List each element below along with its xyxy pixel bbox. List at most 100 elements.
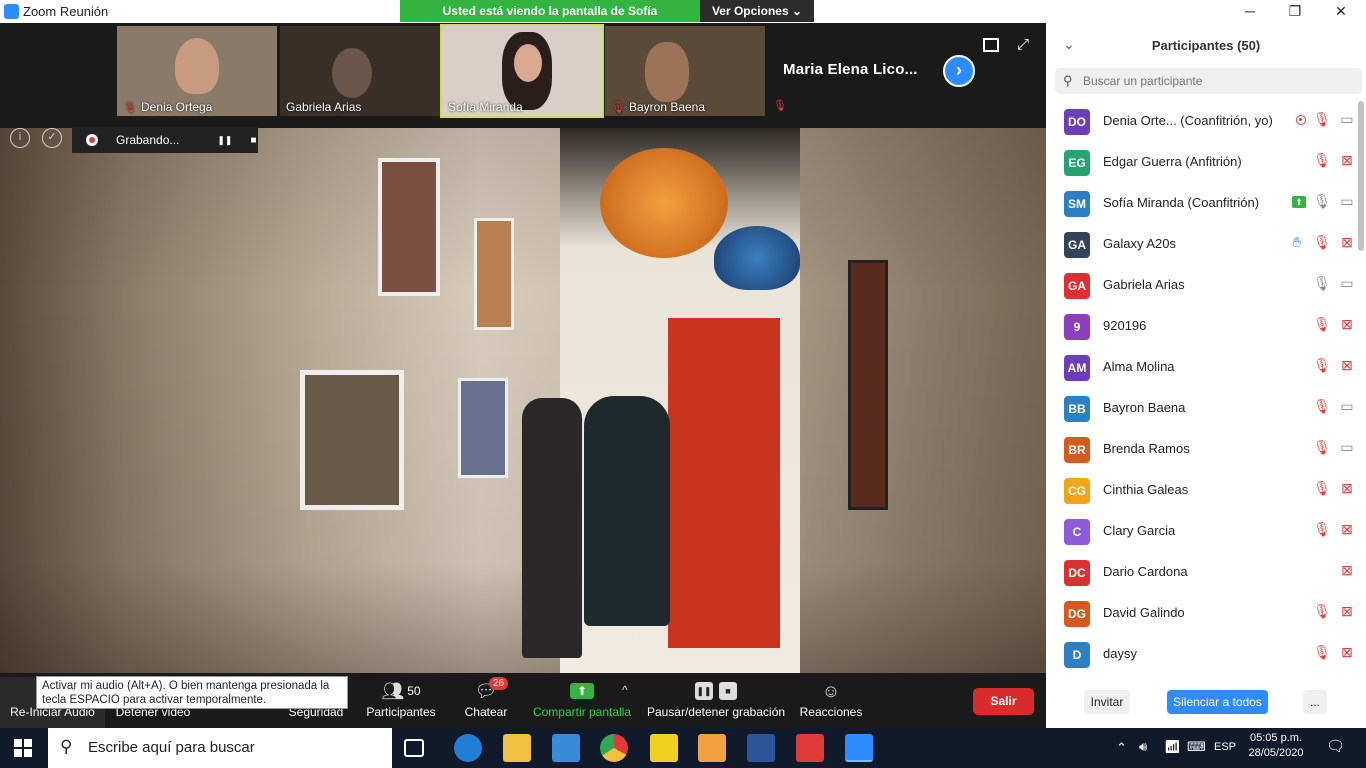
camera-off-icon[interactable]: ⊠: [1338, 603, 1356, 620]
camera-icon[interactable]: ▭: [1338, 275, 1356, 292]
zoom-taskbar-icon[interactable]: [845, 734, 873, 762]
maximize-button[interactable]: ❐: [1285, 2, 1305, 22]
mic-muted-icon[interactable]: 🎙︎: [1313, 398, 1331, 415]
taskbar-search-box[interactable]: ⚲ Escribe aquí para buscar: [48, 728, 392, 768]
chat-button-label: Chatear: [464, 705, 508, 719]
participants-count: 50: [407, 684, 421, 698]
camera-off-icon[interactable]: ⊠: [1338, 316, 1356, 333]
participant-row[interactable]: DG David Galindo 🎙︎ ⊠: [1046, 593, 1356, 634]
mic-muted-icon[interactable]: 🎙︎: [1313, 603, 1331, 620]
minimize-button[interactable]: ─: [1240, 2, 1260, 22]
camera-off-icon[interactable]: ⊠: [1338, 152, 1356, 169]
language-indicator[interactable]: ESP: [1214, 741, 1236, 753]
file-explorer-icon[interactable]: [503, 734, 531, 762]
tray-chevron-up-icon[interactable]: ⌃: [1116, 740, 1127, 756]
share-screen-button[interactable]: ⬆ Compartir pantalla: [530, 677, 634, 719]
leave-meeting-button[interactable]: Salir: [973, 688, 1034, 715]
video-thumbnail-active[interactable]: Sofía Miranda: [440, 24, 604, 118]
camera-off-icon[interactable]: ⊠: [1338, 234, 1356, 251]
participant-row[interactable]: GA Gabriela Arias 🎙︎ ▭: [1046, 265, 1356, 306]
keyboard-icon[interactable]: ⌨︎: [1187, 739, 1206, 755]
clock[interactable]: 05:05 p.m. 28/05/2020: [1248, 732, 1304, 759]
wall-picture: [458, 378, 508, 478]
volume-icon[interactable]: 🔊︎: [1139, 739, 1147, 755]
participant-row[interactable]: CG Cinthia Galeas 🎙︎ ⊠: [1046, 470, 1356, 511]
camera-icon[interactable]: ▭: [1338, 193, 1356, 210]
camera-icon[interactable]: ▭: [1338, 439, 1356, 456]
participant-search-input[interactable]: [1083, 71, 1353, 91]
avatar: AM: [1064, 355, 1090, 381]
participant-row[interactable]: EG Edgar Guerra (Anfitrión) 🎙︎ ⊠: [1046, 142, 1356, 183]
more-options-button[interactable]: ...: [1303, 690, 1327, 714]
participant-name: Clary Garcia: [1103, 523, 1176, 538]
view-mode-icon[interactable]: [983, 38, 999, 52]
camera-off-icon[interactable]: ⊠: [1338, 480, 1356, 497]
participant-row[interactable]: DO Denia Orte... (Coanfitrión, yo) 🎙︎ ▭: [1046, 101, 1356, 142]
participants-panel-title: Participantes (50): [1151, 38, 1261, 53]
participant-row[interactable]: GA Galaxy A20s ✋︎ 🎙︎ ⊠: [1046, 224, 1356, 265]
sticky-notes-icon[interactable]: [650, 734, 678, 762]
mic-muted-icon[interactable]: 🎙︎: [1313, 316, 1331, 333]
shield-icon[interactable]: ✓: [42, 128, 62, 148]
mic-muted-icon[interactable]: 🎙︎: [1313, 357, 1331, 374]
camera-icon[interactable]: ▭: [1338, 398, 1356, 415]
mic-muted-icon[interactable]: 🎙︎: [1313, 234, 1331, 251]
fullscreen-icon[interactable]: ⤢: [1017, 36, 1033, 53]
participant-row[interactable]: AM Alma Molina 🎙︎ ⊠: [1046, 347, 1356, 388]
pause-stop-recording-button[interactable]: ❚❚ ■ Pausar/detener grabación: [645, 677, 787, 719]
mic-muted-icon[interactable]: 🎙︎: [1313, 152, 1331, 169]
chat-button[interactable]: 💬︎ 26 Chatear: [458, 677, 514, 719]
video-thumbnail[interactable]: 🎙︎ Bayron Baena: [605, 26, 765, 116]
info-icon[interactable]: i: [10, 128, 30, 148]
mic-icon[interactable]: 🎙︎: [1313, 275, 1331, 292]
notifications-icon[interactable]: 🗨︎: [1326, 737, 1345, 755]
screen-share-icon[interactable]: ⬆: [1292, 195, 1306, 208]
participant-row[interactable]: 9 920196 🎙︎ ⊠: [1046, 306, 1356, 347]
participant-row[interactable]: DC Dario Cardona ⊠: [1046, 552, 1356, 593]
thumbnail-name-only[interactable]: Maria Elena Lico...: [783, 61, 918, 78]
next-page-button[interactable]: ›: [943, 55, 975, 87]
camera-icon[interactable]: ▭: [1338, 111, 1356, 128]
mic-muted-icon[interactable]: 🎙︎: [1313, 644, 1331, 661]
video-thumbnail[interactable]: 🎙︎ Denia Ortega: [117, 26, 277, 116]
close-button[interactable]: ✕: [1331, 2, 1351, 22]
task-view-icon[interactable]: [404, 739, 424, 757]
participant-row[interactable]: SM Sofía Miranda (Coanfitrión) ⬆ 🎙︎ ▭: [1046, 183, 1356, 224]
stop-recording-button[interactable]: ■: [250, 135, 256, 146]
chrome-icon[interactable]: [600, 734, 628, 762]
store-icon[interactable]: [552, 734, 580, 762]
edge-browser-icon[interactable]: [454, 734, 482, 762]
invite-button[interactable]: Invitar: [1084, 690, 1130, 714]
camera-off-icon[interactable]: ⊠: [1338, 644, 1356, 661]
antivirus-icon[interactable]: [796, 734, 824, 762]
view-options-button[interactable]: Ver Opciones ⌄: [700, 0, 814, 22]
mic-muted-icon[interactable]: 🎙︎: [1313, 439, 1331, 456]
raised-hand-icon[interactable]: ✋︎: [1288, 234, 1306, 251]
view-options-label: Ver Opciones: [711, 4, 789, 18]
mic-muted-icon[interactable]: 🎙︎: [1313, 480, 1331, 497]
outlook-icon[interactable]: [698, 734, 726, 762]
share-options-chevron-icon[interactable]: ^: [622, 683, 628, 697]
participant-list-scrollbar[interactable]: [1358, 101, 1364, 251]
camera-off-icon[interactable]: ⊠: [1338, 562, 1356, 579]
video-thumbnail[interactable]: Gabriela Arias: [280, 26, 440, 116]
recording-icon[interactable]: [1296, 114, 1306, 125]
pause-recording-button[interactable]: ❚❚: [217, 135, 232, 146]
participant-row[interactable]: BR Brenda Ramos 🎙︎ ▭: [1046, 429, 1356, 470]
participant-row[interactable]: C Clary Garcia 🎙︎ ⊠: [1046, 511, 1356, 552]
windows-start-icon[interactable]: [14, 739, 32, 757]
reactions-button[interactable]: ☺︎ Reacciones: [798, 677, 864, 720]
mic-icon[interactable]: 🎙︎: [1313, 193, 1331, 210]
word-icon[interactable]: [747, 734, 775, 762]
participant-search[interactable]: ⚲: [1055, 68, 1362, 94]
participant-row[interactable]: Ddaysy 🎙︎ ⊠: [1046, 634, 1356, 674]
mic-muted-icon[interactable]: 🎙︎: [1313, 521, 1331, 538]
camera-off-icon[interactable]: ⊠: [1338, 521, 1356, 538]
camera-off-icon[interactable]: ⊠: [1338, 357, 1356, 374]
participant-row[interactable]: BB Bayron Baena 🎙︎ ▭: [1046, 388, 1356, 429]
mute-all-button[interactable]: Silenciar a todos: [1167, 690, 1268, 714]
network-icon[interactable]: 📶︎: [1164, 739, 1181, 755]
mic-muted-icon[interactable]: 🎙︎: [1313, 111, 1331, 128]
participants-button[interactable]: 👥︎ 50 Participantes: [364, 677, 438, 720]
avatar: DO: [1064, 109, 1090, 135]
